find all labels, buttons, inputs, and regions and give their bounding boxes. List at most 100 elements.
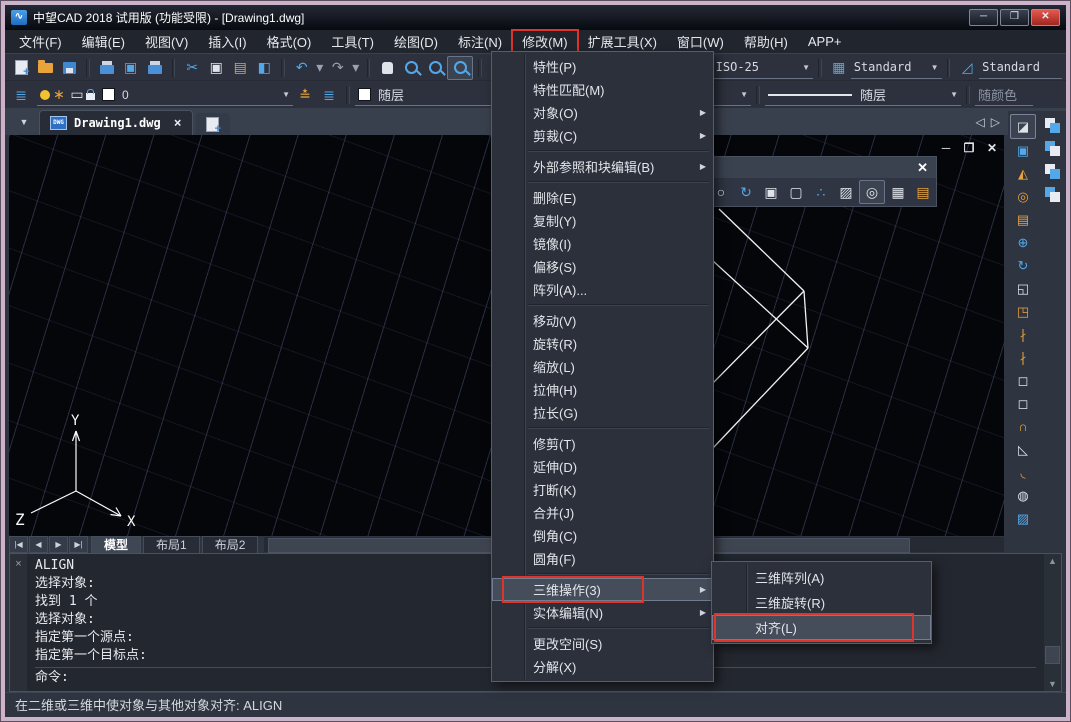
menu-item-change-space[interactable]: 更改空间(S) <box>492 632 713 655</box>
mleader-style-select[interactable]: Standard <box>979 57 1062 79</box>
menu-item-array[interactable]: 阵列(A)... <box>492 278 713 301</box>
first-tab-icon[interactable]: |◀ <box>9 536 28 553</box>
layer-manager-button[interactable] <box>9 84 33 106</box>
zoom-window-button[interactable] <box>423 57 447 79</box>
menu-format[interactable]: 格式(O) <box>257 30 322 53</box>
new-button[interactable] <box>9 57 33 79</box>
offset-button[interactable] <box>1011 185 1035 208</box>
trim-button[interactable] <box>1011 323 1035 346</box>
dim-style-select[interactable]: ISO-25 ▼ <box>713 57 813 79</box>
redo-dropdown[interactable] <box>350 57 362 79</box>
fillet-button[interactable] <box>1011 461 1035 484</box>
linetype-select[interactable]: 随层 ▼ <box>765 84 961 106</box>
menu-help[interactable]: 帮助(H) <box>734 30 798 53</box>
save-button[interactable] <box>57 57 81 79</box>
tab-model[interactable]: 模型 <box>91 536 141 553</box>
child-restore-button[interactable]: ❒ <box>962 141 976 155</box>
menu-item-fillet[interactable]: 圆角(F) <box>492 547 713 570</box>
undo-button[interactable] <box>290 57 314 79</box>
print-preview-button[interactable] <box>119 57 143 79</box>
menu-item-break[interactable]: 打断(K) <box>492 478 713 501</box>
menu-modify[interactable]: 修改(M) <box>512 30 578 53</box>
menu-tools[interactable]: 工具(T) <box>321 30 384 53</box>
menu-item-xref-block-edit[interactable]: 外部参照和块编辑(B)▶ <box>492 155 713 178</box>
paste-button[interactable] <box>228 57 252 79</box>
tab-scroll-right-icon[interactable]: ▷ <box>991 115 1000 129</box>
redo-button[interactable] <box>326 57 350 79</box>
child-close-button[interactable]: ✕ <box>985 141 999 155</box>
lineweight-select[interactable]: 随颜色 <box>975 84 1033 106</box>
menu-item-align[interactable]: 对齐(L) <box>712 615 931 640</box>
menu-item-properties[interactable]: 特性(P) <box>492 55 713 78</box>
hatch-button[interactable] <box>834 181 858 203</box>
scale-button[interactable] <box>1011 277 1035 300</box>
scroll-down-icon[interactable]: ▼ <box>1048 677 1057 691</box>
menu-item-erase[interactable]: 删除(E) <box>492 186 713 209</box>
menu-item-move[interactable]: 移动(V) <box>492 309 713 332</box>
scroll-up-icon[interactable]: ▲ <box>1048 554 1057 568</box>
menu-item-3d-array[interactable]: 三维阵列(A) <box>712 565 931 590</box>
spline-button[interactable] <box>734 181 758 203</box>
restore-button[interactable]: ❒ <box>1000 9 1029 26</box>
menu-dimension[interactable]: 标注(N) <box>448 30 512 53</box>
layer-select[interactable]: 0 ▼ <box>37 84 293 106</box>
point-button[interactable] <box>809 181 833 203</box>
last-tab-icon[interactable]: ▶| <box>69 536 88 553</box>
menu-draw[interactable]: 绘图(D) <box>384 30 448 53</box>
menu-insert[interactable]: 插入(I) <box>198 30 256 53</box>
menu-item-offset[interactable]: 偏移(S) <box>492 255 713 278</box>
match-properties-button[interactable] <box>252 57 276 79</box>
array-button[interactable] <box>1011 208 1035 231</box>
menu-item-object[interactable]: 对象(O)▶ <box>492 101 713 124</box>
join-button[interactable] <box>1011 415 1035 438</box>
menu-item-solid-editing[interactable]: 实体编辑(N)▶ <box>492 601 713 624</box>
menu-item-join[interactable]: 合并(J) <box>492 501 713 524</box>
extend-button[interactable] <box>1011 346 1035 369</box>
bring-to-front-button[interactable] <box>1040 114 1064 137</box>
menu-app-plus[interactable]: APP+ <box>798 32 852 51</box>
command-scrollbar-thumb[interactable] <box>1045 646 1060 664</box>
close-button[interactable]: ✕ <box>1031 9 1060 26</box>
zoom-realtime-button[interactable] <box>399 57 423 79</box>
menu-item-rotate[interactable]: 旋转(R) <box>492 332 713 355</box>
menu-item-copy[interactable]: 复制(Y) <box>492 209 713 232</box>
explode-button[interactable] <box>1011 484 1035 507</box>
make-layer-current-button[interactable] <box>293 84 317 106</box>
stretch-button[interactable] <box>1011 300 1035 323</box>
command-panel-close-icon[interactable]: × <box>15 558 21 570</box>
menu-view[interactable]: 视图(V) <box>135 30 198 53</box>
tab-layout1[interactable]: 布局1 <box>143 536 200 553</box>
menu-express-tools[interactable]: 扩展工具(X) <box>578 30 667 53</box>
tab-scroll-left-icon[interactable]: ◁ <box>976 115 985 129</box>
donut-button[interactable] <box>859 180 885 204</box>
plot-button[interactable] <box>143 57 167 79</box>
layer-previous-button[interactable] <box>317 84 341 106</box>
zoom-previous-button[interactable] <box>447 56 473 80</box>
print-button[interactable] <box>95 57 119 79</box>
menu-edit[interactable]: 编辑(E) <box>72 30 135 53</box>
send-to-back-button[interactable] <box>1040 137 1064 160</box>
menu-item-scale[interactable]: 缩放(L) <box>492 355 713 378</box>
open-button[interactable] <box>33 57 57 79</box>
title-bar[interactable]: ∿ 中望CAD 2018 试用版 (功能受限) - [Drawing1.dwg]… <box>5 5 1066 30</box>
menu-item-lengthen[interactable]: 拉长(G) <box>492 401 713 424</box>
tab-drawing1[interactable]: DWG Drawing1.dwg × <box>39 110 193 135</box>
break-button[interactable] <box>1011 392 1035 415</box>
menu-window[interactable]: 窗口(W) <box>667 30 734 53</box>
menu-item-chamfer[interactable]: 倒角(C) <box>492 524 713 547</box>
copy-object-button[interactable] <box>1011 139 1035 162</box>
rotate-button[interactable] <box>1011 254 1035 277</box>
menu-file[interactable]: 文件(F) <box>9 30 72 53</box>
move-button[interactable] <box>1011 231 1035 254</box>
menu-item-clip[interactable]: 剪裁(C)▶ <box>492 124 713 147</box>
mtext-button[interactable] <box>911 181 935 203</box>
floating-toolbar-titlebar[interactable]: ✕ <box>706 157 936 178</box>
tab-list-dropdown[interactable]: ▼ <box>13 111 35 133</box>
table-button[interactable] <box>886 181 910 203</box>
edit-hatch-button[interactable] <box>1011 507 1035 530</box>
minimize-button[interactable]: ─ <box>969 9 998 26</box>
new-tab-button[interactable] <box>196 113 230 135</box>
copy-button[interactable] <box>204 57 228 79</box>
chamfer-button[interactable] <box>1011 438 1035 461</box>
floating-toolbar-close-icon[interactable]: ✕ <box>909 160 936 176</box>
